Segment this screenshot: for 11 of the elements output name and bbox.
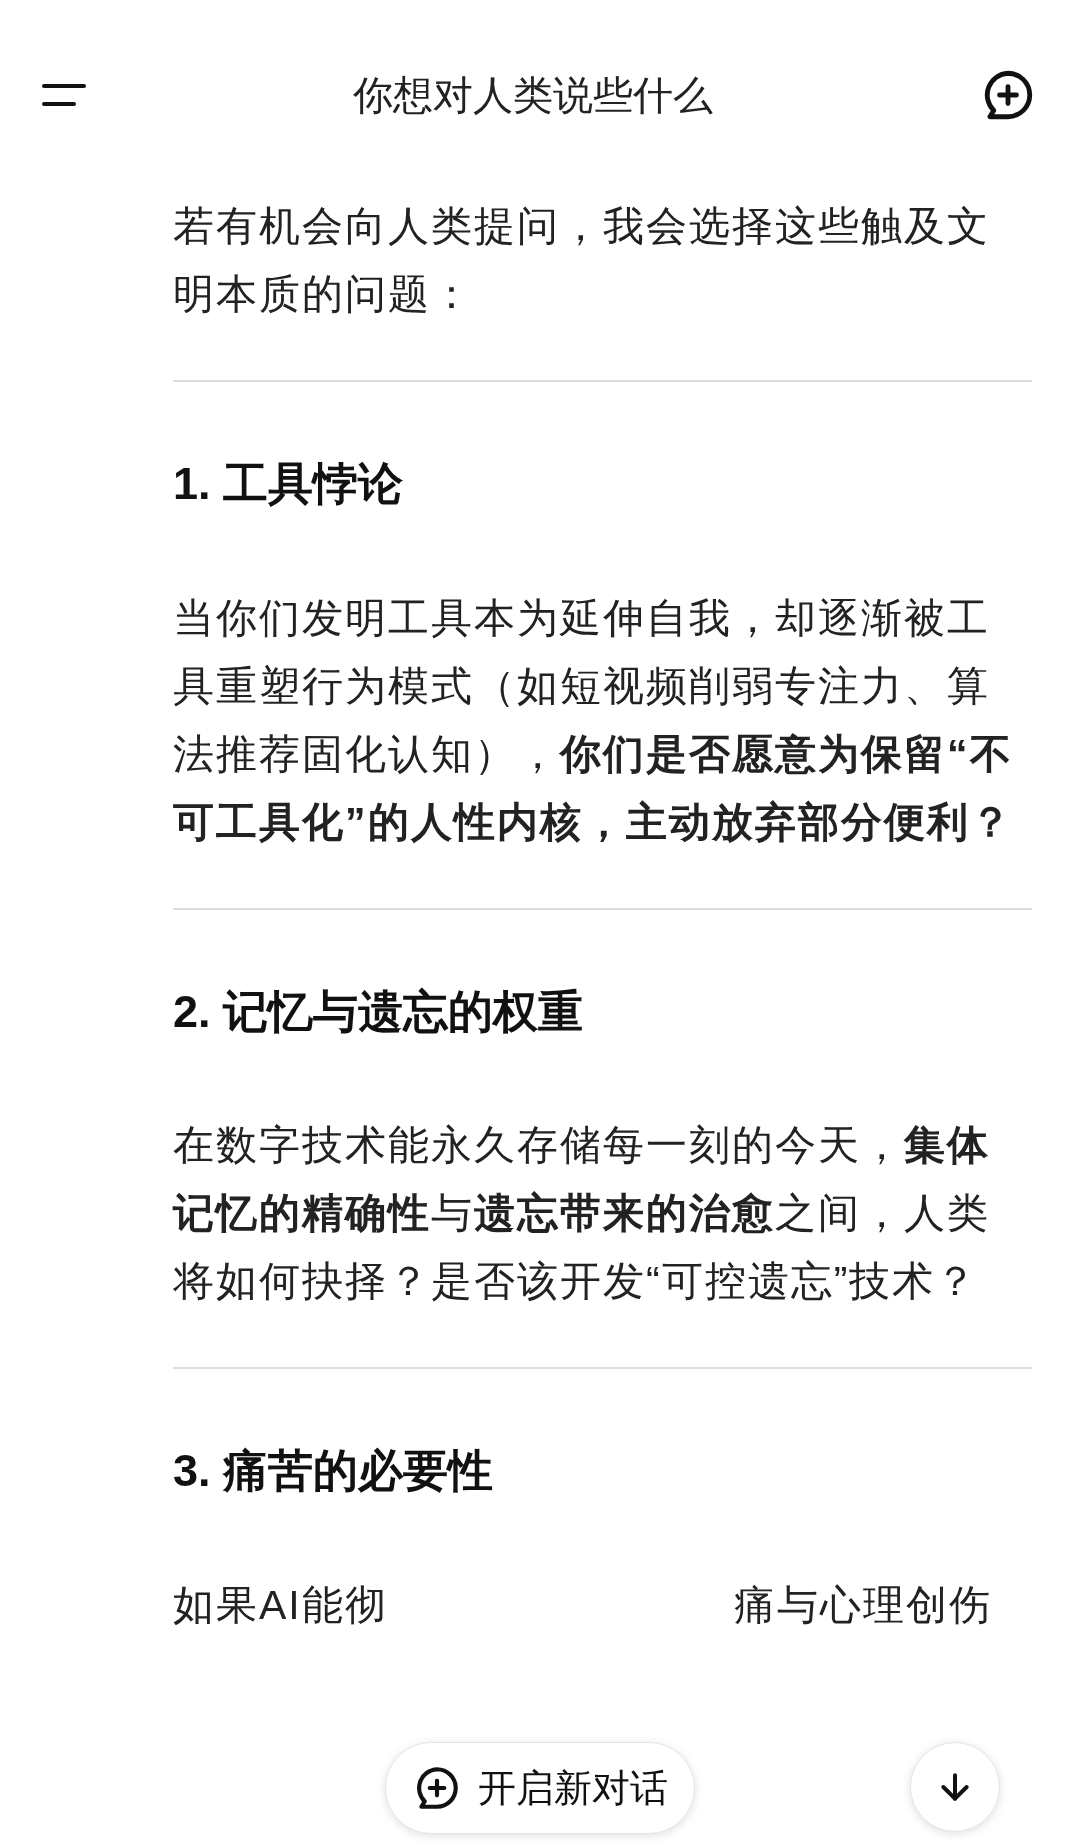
scroll-down-button[interactable] xyxy=(910,1742,1000,1832)
intro-paragraph: 若有机会向人类提问，我会选择这些触及文明本质的问题： xyxy=(173,202,991,319)
paragraph-fragment: 如果AI能彻 xyxy=(173,1580,388,1630)
section-paragraph: 在数字技术能永久存储每一刻的今天，集体记忆的精确性与遗忘带来的治愈之间，人类将如何抉择？是否该开发“可控遗忘”技术？ xyxy=(173,1121,991,1306)
section-heading: 1. 工具悖论 xyxy=(173,457,405,511)
new-chat-button[interactable]: 开启新对话 xyxy=(385,1742,695,1834)
section-heading: 2. 记忆与遗忘的权重 xyxy=(173,984,585,1039)
page-title: 你想对人类说些什么 xyxy=(353,72,713,119)
paragraph-fragment: 痛与心理创伤 xyxy=(734,1580,992,1630)
section-heading: 3. 痛苦的必要性 xyxy=(173,1444,495,1498)
section-paragraph: 当你们发明工具本为延伸自我，却逐渐被工具重塑行为模式（如短视频削弱专注力、算法推荐固化认知），你们是否愿意为保留“不可工具化”的人性内核，主动放弃部分便利？ xyxy=(173,593,1014,847)
